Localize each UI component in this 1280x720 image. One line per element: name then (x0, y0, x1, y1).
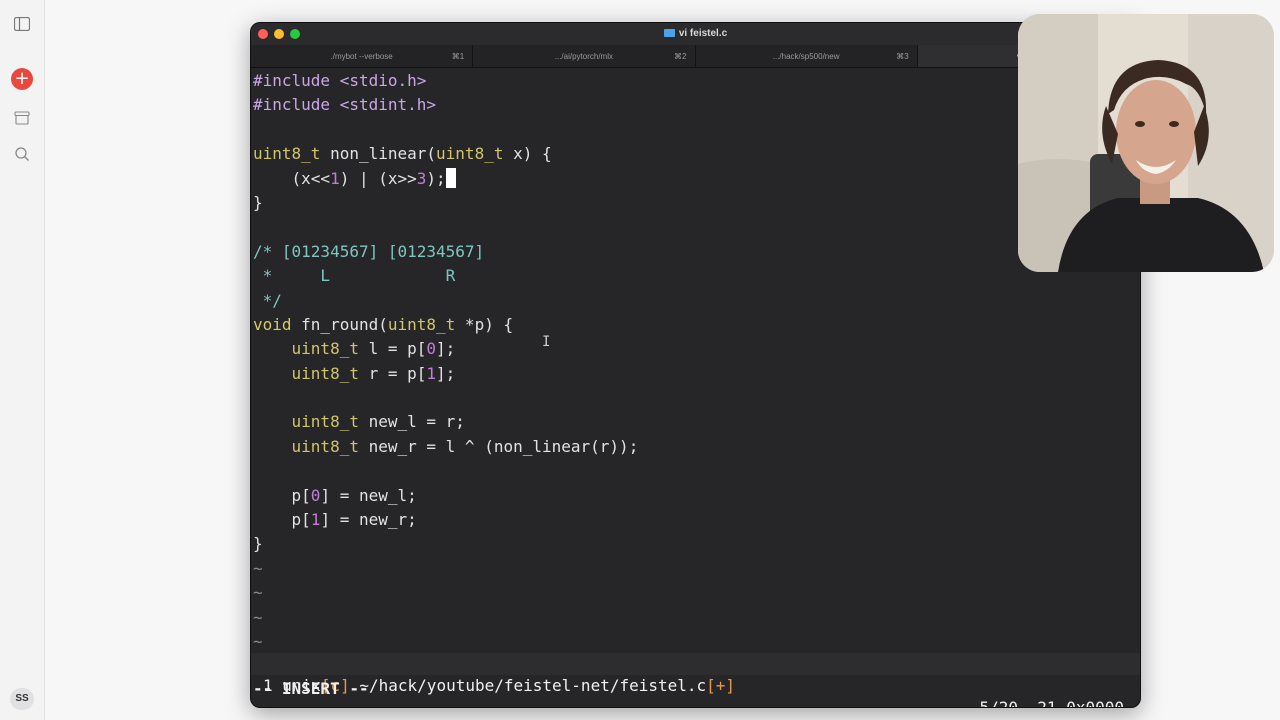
empty-line-marker: ~ (253, 583, 263, 603)
number-token: 0 (310, 485, 321, 505)
number-token: 0 (426, 339, 437, 359)
code-text: ] = new_l; (320, 485, 417, 505)
archive-icon[interactable] (12, 108, 32, 128)
tab-shortcut: ⌘3 (896, 52, 909, 61)
code-line: uint8_t non_linear(uint8_t x) { (251, 142, 1140, 166)
number-token: 1 (330, 168, 340, 188)
statusline-right: 5/20 21 0x0000 (979, 697, 1125, 708)
comment-text: */ (253, 290, 282, 310)
column-number: 21 (1037, 698, 1057, 708)
empty-line-marker: ~ (253, 631, 263, 651)
code-line: uint8_t new_l = r; (251, 410, 1140, 434)
empty-line-marker: ~ (253, 607, 263, 627)
search-icon[interactable] (12, 144, 32, 164)
ibeam-cursor-icon: I (542, 334, 551, 350)
text-cursor (445, 167, 456, 188)
tab-shortcut: ⌘1 (451, 52, 465, 61)
code-text: ); (426, 168, 446, 188)
line-position: 5/20 (979, 698, 1019, 708)
code-line: } (251, 532, 1140, 556)
type-token: uint8_t (253, 339, 359, 359)
type-token: uint8_t (253, 144, 321, 164)
type-token: uint8_t (436, 144, 504, 164)
number-token: 3 (416, 168, 427, 188)
code-text: new_l = r; (358, 412, 465, 432)
code-line: */ (251, 289, 1140, 313)
code-text: p[ (253, 510, 311, 530)
code-line: void fn_round(uint8_t *p) { (251, 313, 1140, 337)
type-token: uint8_t (253, 363, 359, 383)
plus-icon[interactable]: + (11, 68, 33, 90)
code-line: p[1] = new_r; (251, 508, 1140, 532)
tab-shortcut: ⌘2 (674, 52, 687, 61)
tab-label: .../ai/pytorch/mlx (554, 52, 613, 61)
include-header: <stdio.h> (330, 71, 427, 90)
vim-statusline: 1 unix[c] ~/hack/youtube/feistel-net/fei… (251, 653, 1140, 707)
vim-mode-indicator: -- INSERT -- (253, 679, 369, 698)
preprocessor-directive: #include (253, 71, 331, 90)
tab-3[interactable]: .../hack/sp500/new ⌘3 (695, 45, 918, 67)
code-line: uint8_t r = p[1]; (251, 362, 1140, 386)
char-hex-value: 0x0000 (1066, 698, 1124, 708)
webcam-overlay (1018, 14, 1274, 272)
tab-label: ./mybot --verbose (330, 52, 393, 61)
code-line: } (251, 191, 1140, 215)
type-token: uint8_t (253, 436, 359, 456)
code-line: * L R (251, 264, 1140, 288)
code-text: non_linear( (320, 144, 437, 164)
tab-label: .../hack/sp500/new (772, 52, 840, 61)
code-text: new_r = l ^ (non_linear(r)); (358, 436, 639, 456)
empty-line-marker: ~ (253, 558, 263, 578)
comment-text: * L R (253, 266, 456, 286)
tab-2[interactable]: .../ai/pytorch/mlx ⌘2 (473, 45, 696, 67)
tab-1[interactable]: ./mybot --verbose ⌘1 (251, 45, 474, 67)
terminal-window: vi feistel.c ./mybot --verbose ⌘1 .../ai… (250, 22, 1141, 708)
code-text: (x<< (253, 168, 331, 188)
code-text: p[ (253, 485, 311, 505)
keyword-token: void (253, 314, 292, 334)
code-line: #include <stdio.h> (251, 69, 1140, 93)
code-line: /* [01234567] [01234567] (251, 240, 1140, 264)
code-line: p[0] = new_l; (251, 484, 1140, 508)
code-text: *p) { (455, 314, 514, 334)
preprocessor-directive: #include (253, 95, 331, 115)
code-text: } (253, 192, 263, 212)
number-token: 1 (310, 510, 321, 530)
code-text: r = p[ (358, 363, 427, 383)
window-title-text: vi feistel.c (678, 28, 728, 39)
code-line: (x<<1) | (x>>3); (251, 167, 1140, 191)
vim-editor[interactable]: #include <stdio.h> #include <stdint.h> u… (251, 69, 1140, 651)
type-token: uint8_t (387, 314, 456, 334)
title-bar: vi feistel.c (251, 23, 1140, 45)
code-line: uint8_t new_r = l ^ (non_linear(r)); (251, 435, 1140, 459)
file-path: ~/hack/youtube/feistel-net/feistel.c (359, 676, 707, 695)
code-text: ) | (x>> (339, 168, 417, 188)
code-text: } (253, 534, 263, 554)
code-text: ]; (436, 339, 456, 359)
number-token: 1 (426, 363, 437, 383)
include-header: <stdint.h> (330, 95, 437, 115)
folder-icon (663, 29, 675, 37)
code-line: uint8_t l = p[0]; (251, 337, 1140, 361)
code-text: l = p[ (358, 339, 427, 359)
tab-bar: ./mybot --verbose ⌘1 .../ai/pytorch/mlx … (251, 45, 1140, 68)
window-title: vi feistel.c (251, 28, 1140, 39)
modified-flag: [+] (706, 676, 736, 695)
code-line: #include <stdint.h> (251, 93, 1140, 117)
app-sidebar-rail: + SS (0, 0, 45, 720)
avatar[interactable]: SS (10, 688, 34, 710)
sidebar-icon[interactable] (12, 14, 32, 34)
code-text: ] = new_r; (320, 510, 417, 530)
comment-text: /* [01234567] [01234567] (253, 241, 485, 261)
code-text: fn_round( (291, 314, 388, 334)
code-text: x) { (503, 144, 552, 164)
code-text: ]; (436, 363, 456, 383)
type-token: uint8_t (253, 412, 359, 432)
